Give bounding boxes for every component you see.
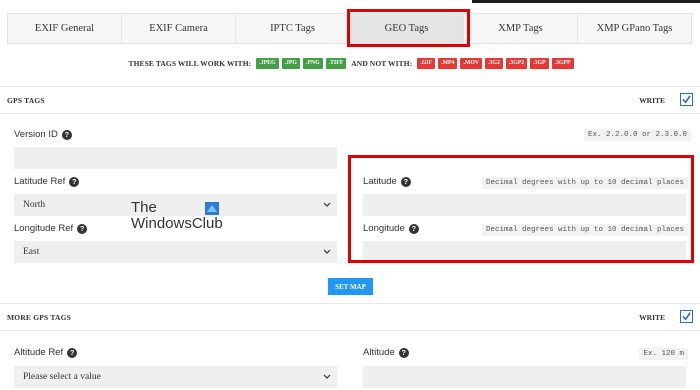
tab-xmp-gpano-tags[interactable]: XMP GPano Tags <box>578 14 691 43</box>
altitude-ref-select[interactable]: Please select a value <box>14 366 337 388</box>
format-badge: .3G2 <box>485 57 503 69</box>
format-badge: .3GP2 <box>505 57 528 69</box>
section-title: GPS TAGS <box>7 96 45 105</box>
help-icon[interactable]: ? <box>67 347 78 358</box>
check-icon <box>682 312 691 321</box>
chevron-down-icon <box>323 202 331 207</box>
watermark-line-2: WindowsClub <box>131 215 223 232</box>
tab-xmp-tags[interactable]: XMP Tags <box>464 14 578 43</box>
select-value: North <box>23 200 46 210</box>
format-badge: .TIFF <box>325 57 347 69</box>
format-badge: .MP4 <box>438 57 458 69</box>
geo-tab-highlight-box <box>347 9 470 47</box>
write-checkbox[interactable] <box>680 310 693 323</box>
help-icon[interactable]: ? <box>398 347 409 358</box>
not-with-text: AND NOT WITH: <box>351 58 413 68</box>
help-icon[interactable]: ? <box>61 129 72 140</box>
tab-exif-general[interactable]: EXIF General <box>8 14 122 43</box>
chevron-down-icon <box>323 249 331 254</box>
format-badge: .MOV <box>460 57 483 69</box>
format-badge: .GIF <box>417 57 436 69</box>
format-badge: .PNG <box>302 57 323 69</box>
latitude-ref-label: Latitude Ref ? <box>14 176 80 187</box>
format-compatibility: THESE TAGS WILL WORK WITH: .JPEG .JPG .P… <box>0 56 700 70</box>
field-label-text: Altitude Ref <box>14 347 64 358</box>
chevron-down-icon <box>323 374 331 379</box>
select-value: Please select a value <box>23 372 101 382</box>
version-id-hint: Ex. 2.2.0.0 or 2.3.0.0 <box>583 129 691 141</box>
lat-long-highlight-box <box>348 155 694 263</box>
tab-iptc-tags[interactable]: IPTC Tags <box>236 14 350 43</box>
format-badge: .3GPP <box>551 57 574 69</box>
longitude-ref-select[interactable]: East <box>14 241 337 263</box>
set-map-button[interactable]: SET MAP <box>328 278 373 295</box>
altitude-ref-label: Altitude Ref ? <box>14 347 78 358</box>
field-label-text: Latitude Ref <box>14 176 66 187</box>
select-value: East <box>23 247 40 257</box>
altitude-hint: Ex. 120 m <box>639 348 688 360</box>
section-title: MORE GPS TAGS <box>7 313 71 322</box>
help-icon[interactable]: ? <box>77 223 88 234</box>
field-label-text: Longitude Ref <box>14 223 74 234</box>
field-label-text: Altitude <box>363 347 395 358</box>
field-label-text: Version ID <box>14 129 58 140</box>
format-badge: .JPEG <box>256 57 279 69</box>
more-gps-tags-header: MORE GPS TAGS WRITE <box>0 303 700 331</box>
format-badge: .3GP <box>530 57 549 69</box>
windowsclub-logo-icon <box>205 202 219 215</box>
version-id-label: Version ID ? <box>14 129 72 140</box>
check-icon <box>682 95 691 104</box>
altitude-label: Altitude ? <box>363 347 409 358</box>
help-icon[interactable]: ? <box>69 176 80 187</box>
top-dark-strip <box>472 0 700 3</box>
tab-exif-camera[interactable]: EXIF Camera <box>122 14 236 43</box>
gps-tags-header: GPS TAGS WRITE <box>0 86 700 114</box>
write-label: WRITE <box>639 96 665 105</box>
longitude-ref-label: Longitude Ref ? <box>14 223 88 234</box>
format-badge: .JPG <box>281 57 300 69</box>
version-id-input[interactable] <box>14 147 337 169</box>
windowsclub-watermark: The WindowsClub <box>131 200 223 232</box>
write-label: WRITE <box>639 313 665 322</box>
works-with-text: THESE TAGS WILL WORK WITH: <box>128 58 252 68</box>
altitude-input[interactable] <box>363 366 686 388</box>
write-checkbox[interactable] <box>680 93 693 106</box>
